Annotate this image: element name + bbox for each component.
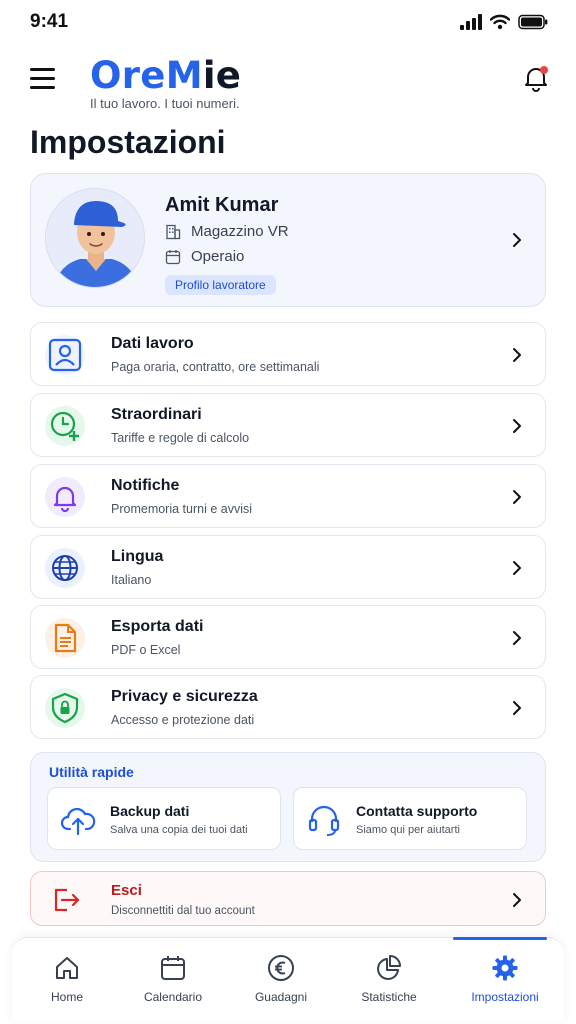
settings-item-title: Straordinari: [111, 406, 202, 423]
settings-item-subtitle: Promemoria turni e avvisi: [111, 502, 253, 516]
document-icon: [45, 618, 85, 658]
settings-item-notifiche[interactable]: Notifiche Promemoria turni e avvisi: [30, 464, 546, 528]
status-bar: 9:41: [0, 0, 576, 44]
logout-button[interactable]: Esci Disconnettiti dal tuo account: [30, 871, 546, 926]
backup-title: Backup dati: [110, 803, 190, 819]
settings-item-subtitle: Tariffe e regole di calcolo: [111, 431, 250, 445]
tab-label: Guadagni: [254, 990, 308, 1004]
pie-chart-icon: [377, 955, 401, 980]
tab-guadagni[interactable]: Guadagni: [226, 938, 336, 1024]
calendar-small-icon: [165, 249, 181, 264]
settings-item-title: Esporta dati: [111, 618, 204, 635]
support-title: Contatta supporto: [356, 803, 478, 819]
notification-bell-icon[interactable]: [522, 64, 550, 92]
chevron-right-icon: [513, 631, 521, 645]
tab-calendario[interactable]: Calendario: [118, 938, 228, 1024]
settings-item-subtitle: Paga oraria, contratto, ore settimanali: [111, 360, 320, 374]
profile-location-text: Magazzino VR: [191, 223, 289, 240]
battery-icon: [518, 14, 548, 30]
tab-label: Statistiche: [361, 990, 417, 1004]
logout-icon: [54, 888, 80, 912]
user-card-icon: [45, 335, 85, 375]
chevron-right-icon: [513, 893, 521, 907]
settings-item-privacy[interactable]: Privacy e sicurezza Accesso e protezione…: [30, 675, 546, 739]
profile-name: Amit Kumar: [165, 194, 279, 216]
chevron-right-icon: [513, 701, 521, 715]
settings-item-title: Dati lavoro: [111, 335, 194, 352]
status-icons: [460, 14, 548, 30]
chevron-right-icon: [513, 348, 521, 362]
page-title: Impostazioni: [30, 124, 226, 160]
settings-item-title: Notifiche: [111, 477, 180, 494]
shield-lock-icon: [45, 688, 85, 728]
settings-item-subtitle: Accesso e protezione dati: [111, 713, 255, 727]
settings-item-esporta-dati[interactable]: Esporta dati PDF o Excel: [30, 605, 546, 669]
bottom-tab-bar: Home Calendario Guadagni Statistiche Imp…: [12, 937, 564, 1023]
profile-badge: Profilo lavoratore: [165, 275, 276, 295]
chevron-right-icon: [513, 490, 521, 504]
tab-label: Calendario: [143, 990, 203, 1004]
gear-icon: [492, 955, 518, 981]
headset-icon: [308, 805, 340, 836]
avatar: [45, 188, 145, 288]
settings-item-lingua[interactable]: Lingua Italiano: [30, 535, 546, 599]
calendar-icon: [161, 956, 185, 980]
app-tagline: Il tuo lavoro. I tuoi numeri.: [90, 96, 240, 111]
app-header: OreMie Il tuo lavoro. I tuoi numeri.: [30, 54, 550, 116]
backup-button[interactable]: Backup dati Salva una copia dei tuoi dat…: [47, 787, 281, 850]
support-button[interactable]: Contatta supporto Siamo qui per aiutarti: [293, 787, 527, 850]
home-icon: [56, 957, 78, 979]
quick-utilities-title: Utilità rapide: [49, 764, 134, 780]
backup-subtitle: Salva una copia dei tuoi dati: [110, 824, 248, 836]
wifi-icon: [490, 14, 510, 30]
globe-icon: [45, 548, 85, 588]
profile-role-text: Operaio: [191, 248, 245, 265]
building-icon: [166, 224, 181, 239]
chevron-right-icon: [513, 419, 521, 433]
profile-role: Operaio: [165, 248, 244, 265]
settings-item-dati-lavoro[interactable]: Dati lavoro Paga oraria, contratto, ore …: [30, 322, 546, 386]
chevron-right-icon: [513, 233, 521, 247]
quick-utilities: Utilità rapide Backup dati Salva una cop…: [30, 752, 546, 862]
euro-icon: [268, 955, 294, 981]
app-logo: OreMie: [90, 54, 242, 97]
tab-home[interactable]: Home: [12, 938, 122, 1024]
settings-item-title: Privacy e sicurezza: [111, 688, 258, 705]
tab-label: Impostazioni: [471, 990, 539, 1004]
active-tab-indicator: [453, 937, 547, 940]
bell-icon: [45, 477, 85, 517]
tab-statistiche[interactable]: Statistiche: [334, 938, 444, 1024]
settings-item-straordinari[interactable]: Straordinari Tariffe e regole di calcolo: [30, 393, 546, 457]
tab-impostazioni[interactable]: Impostazioni: [450, 937, 560, 1024]
profile-card[interactable]: Amit Kumar Magazzino VR Operaio Profilo …: [30, 173, 546, 307]
settings-item-subtitle: PDF o Excel: [111, 643, 181, 657]
cloud-upload-icon: [60, 807, 96, 836]
support-subtitle: Siamo qui per aiutarti: [356, 824, 460, 836]
status-time: 9:41: [30, 11, 69, 32]
logout-title: Esci: [111, 882, 142, 899]
settings-item-subtitle: Italiano: [111, 573, 152, 587]
logout-subtitle: Disconnettiti dal tuo account: [111, 905, 255, 917]
chevron-right-icon: [513, 561, 521, 575]
clock-plus-icon: [45, 406, 85, 446]
menu-icon[interactable]: [30, 68, 56, 90]
tab-label: Home: [50, 990, 83, 1004]
profile-location: Magazzino VR: [165, 223, 289, 240]
signal-icon: [460, 14, 482, 30]
settings-item-title: Lingua: [111, 548, 164, 565]
